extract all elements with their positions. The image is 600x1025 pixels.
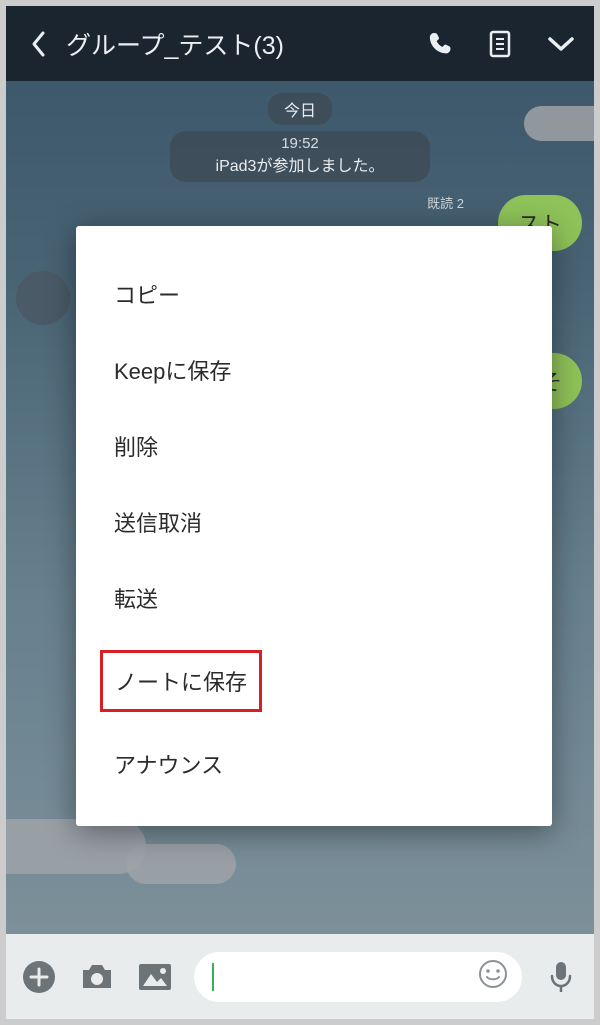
menu-item-forward[interactable]: 転送 [76,560,552,636]
input-bar [6,934,594,1019]
text-cursor [212,963,214,991]
date-pill: 今日 [268,93,332,125]
add-button[interactable] [20,958,58,996]
image-icon [137,962,173,992]
sticker-button[interactable] [478,959,508,994]
microphone-icon [549,960,573,994]
system-message: 19:52 iPad3が参加しました。 [170,131,430,182]
chat-header: グループ_テスト(3) [6,6,594,81]
phone-icon [428,31,454,57]
read-indicator: 既読 2 [427,193,464,212]
menu-item-announce[interactable]: アナウンス [76,726,552,802]
cloud-decor [6,819,146,874]
plus-circle-icon [22,960,56,994]
back-button[interactable] [24,30,52,58]
avatar[interactable] [16,271,70,325]
gallery-button[interactable] [136,958,174,996]
menu-item-unsend[interactable]: 送信取消 [76,484,552,560]
camera-icon [79,962,115,992]
menu-toggle-button[interactable] [546,35,576,53]
cloud-decor [524,106,594,141]
smile-icon [478,959,508,989]
chevron-down-icon [546,35,576,53]
cloud-decor [126,844,236,884]
chevron-left-icon [30,30,46,58]
message-input[interactable] [194,952,522,1002]
context-menu: コピー Keepに保存 削除 送信取消 転送 ノートに保存 アナウンス [76,226,552,826]
menu-item-save-to-note[interactable]: ノートに保存 [100,650,262,712]
document-icon [488,30,512,58]
system-time: 19:52 [192,135,408,152]
voice-message-button[interactable] [542,958,580,996]
camera-button[interactable] [78,958,116,996]
menu-item-delete[interactable]: 削除 [76,408,552,484]
chat-title: グループ_テスト(3) [66,26,428,62]
menu-item-keep[interactable]: Keepに保存 [76,332,552,408]
menu-item-copy[interactable]: コピー [76,256,552,332]
voice-call-button[interactable] [428,31,454,57]
notes-button[interactable] [488,30,512,58]
system-text: iPad3が参加しました。 [192,152,408,176]
